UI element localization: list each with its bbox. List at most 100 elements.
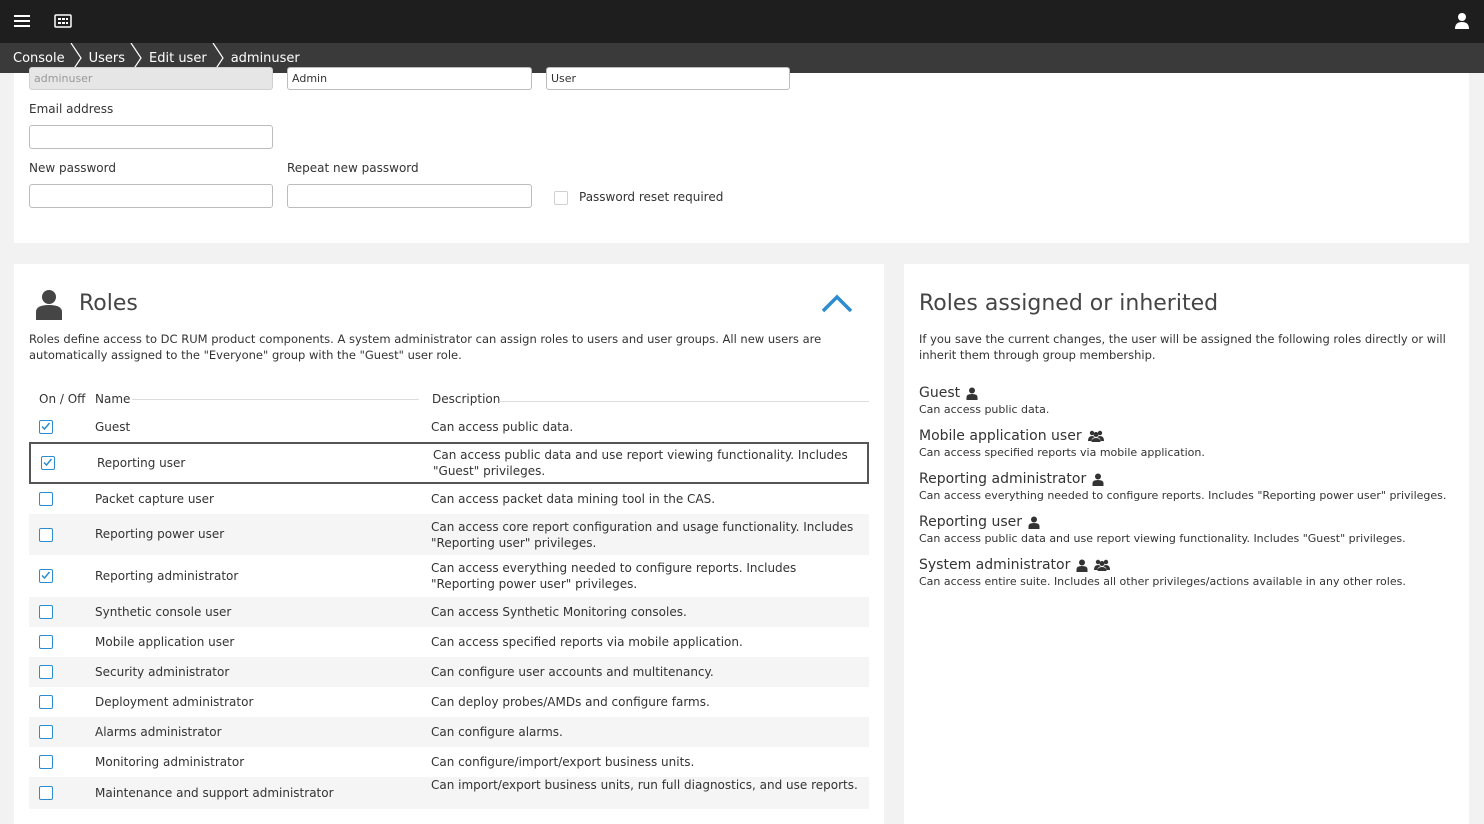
role-name: Guest [95,419,131,434]
role-checkbox[interactable] [39,527,53,542]
role-checkbox[interactable] [39,569,53,583]
username-field [29,67,273,90]
email-label: Email address [29,102,114,116]
assigned-role-description: Can access public data and use report vi… [919,532,1406,545]
role-checkbox[interactable] [39,755,53,769]
assigned-role-description: Can access public data. [919,403,1050,416]
role-name: Reporting power user [95,527,225,541]
assigned-title: Roles assigned or inherited [919,291,1219,316]
email-field[interactable] [29,125,273,149]
header-divider [499,401,869,402]
role-description: Can access core report configuration and… [431,519,854,550]
assigned-role-item: Reporting user Can access public data and… [919,511,1406,545]
role-description: Can deploy probes/AMDs and configure far… [431,695,710,709]
role-checkbox[interactable] [39,420,53,434]
table-row: Synthetic console user Can access Synthet… [29,597,869,627]
user-icon [1028,516,1040,529]
role-name: Reporting user [97,455,186,470]
role-checkbox[interactable] [39,695,53,709]
assigned-role-item: Guest Can access public data. [919,382,1049,416]
group-icon [1087,430,1104,442]
table-row: Deployment administrator Can deploy probe… [29,687,869,717]
role-checkbox[interactable] [39,786,53,800]
column-description: Description [432,392,501,406]
checkmark-icon [41,571,51,580]
assigned-role-name: Reporting administrator [919,471,1087,487]
role-name: Maintenance and support administrator [95,785,334,800]
column-name: Name [95,392,131,406]
role-description: Can access specified reports via mobile … [431,635,743,649]
first-name-field[interactable] [287,67,532,90]
column-onoff: On / Off [39,392,86,406]
table-row: Packet capture user Can access packet dat… [29,484,869,514]
dashboard-icon[interactable] [53,11,73,31]
hamburger-menu-icon[interactable] [12,11,32,31]
assigned-role-name: System administrator [919,557,1071,573]
role-description: Can access packet data mining tool in th… [431,492,716,506]
top-bar [0,0,1484,43]
user-icon [1076,559,1088,572]
checkmark-icon [43,458,53,467]
group-icon [1094,559,1111,571]
assigned-role-item: System administrator Can access entire su… [919,554,1406,588]
checkmark-icon [41,422,51,431]
role-name: Deployment administrator [95,694,254,709]
assigned-description: If you save the current changes, the use… [919,332,1446,362]
role-description: Can access Synthetic Monitoring consoles… [431,605,687,619]
header-divider [132,399,419,400]
role-name: Packet capture user [95,491,214,506]
assigned-role-item: Reporting administrator Can access everyt… [919,468,1446,502]
role-checkbox[interactable] [39,725,53,739]
role-checkbox[interactable] [39,635,53,649]
role-name: Monitoring administrator [95,754,245,769]
assigned-role-name: Reporting user [919,514,1023,530]
table-row: Mobile application user Can access specif… [29,627,869,657]
role-name: Mobile application user [95,634,235,649]
roles-card: Roles Roles define access to DC RUM prod… [14,264,884,824]
user-icon[interactable] [1452,11,1472,31]
role-name: Synthetic console user [95,604,232,619]
new-password-label: New password [29,161,116,175]
repeat-password-field[interactable] [287,184,532,208]
role-description: Can access public data and use report vi… [433,448,848,478]
role-description: Can access public data. [431,420,574,434]
role-checkbox[interactable] [39,665,53,679]
role-description: Can import/export business units, run fu… [431,778,858,792]
role-description: Can configure user accounts and multiten… [431,665,714,679]
user-role-icon [35,288,63,324]
role-description: Can configure/import/export business uni… [431,755,695,769]
role-checkbox[interactable] [39,492,53,506]
user-icon [966,387,978,400]
role-name: Alarms administrator [95,724,222,739]
table-row: Guest Can access public data. [29,412,869,442]
assigned-role-description: Can access entire suite. Includes all ot… [919,575,1406,588]
repeat-password-label: Repeat new password [287,161,419,175]
role-name: Reporting administrator [95,568,239,583]
table-row: Alarms administrator Can configure alarms… [29,717,869,747]
password-reset-checkbox[interactable] [554,191,568,205]
roles-title: Roles [79,291,138,316]
assigned-role-item: Mobile application user Can access specif… [919,425,1205,459]
table-row: Maintenance and support administrator Can… [29,777,869,809]
table-row: Reporting user Can access public data and… [29,442,869,484]
table-row: Monitoring administrator Can configure/im… [29,747,869,777]
last-name-field[interactable] [546,67,790,90]
role-checkbox[interactable] [41,456,55,470]
role-name: Security administrator [95,664,230,679]
table-row: Reporting power user Can access core repo… [29,514,869,555]
role-checkbox[interactable] [39,605,53,619]
new-password-field[interactable] [29,184,273,208]
roles-description: Roles define access to DC RUM product co… [29,332,822,362]
assigned-role-name: Mobile application user [919,428,1082,444]
chevron-up-icon[interactable] [820,292,854,318]
assigned-roles-card: Roles assigned or inherited If you save … [904,264,1469,824]
role-description: Can access everything needed to configur… [431,561,797,591]
table-row: Security administrator Can configure user… [29,657,869,687]
assigned-role-description: Can access everything needed to configur… [919,489,1447,502]
assigned-role-description: Can access specified reports via mobile … [919,446,1205,459]
password-reset-label: Password reset required [579,190,724,204]
user-details-card: Email address New password Repeat new pa… [14,67,1469,243]
role-description: Can configure alarms. [431,725,563,739]
user-icon [1092,473,1104,486]
table-row: Reporting administrator Can access everyt… [29,555,869,597]
